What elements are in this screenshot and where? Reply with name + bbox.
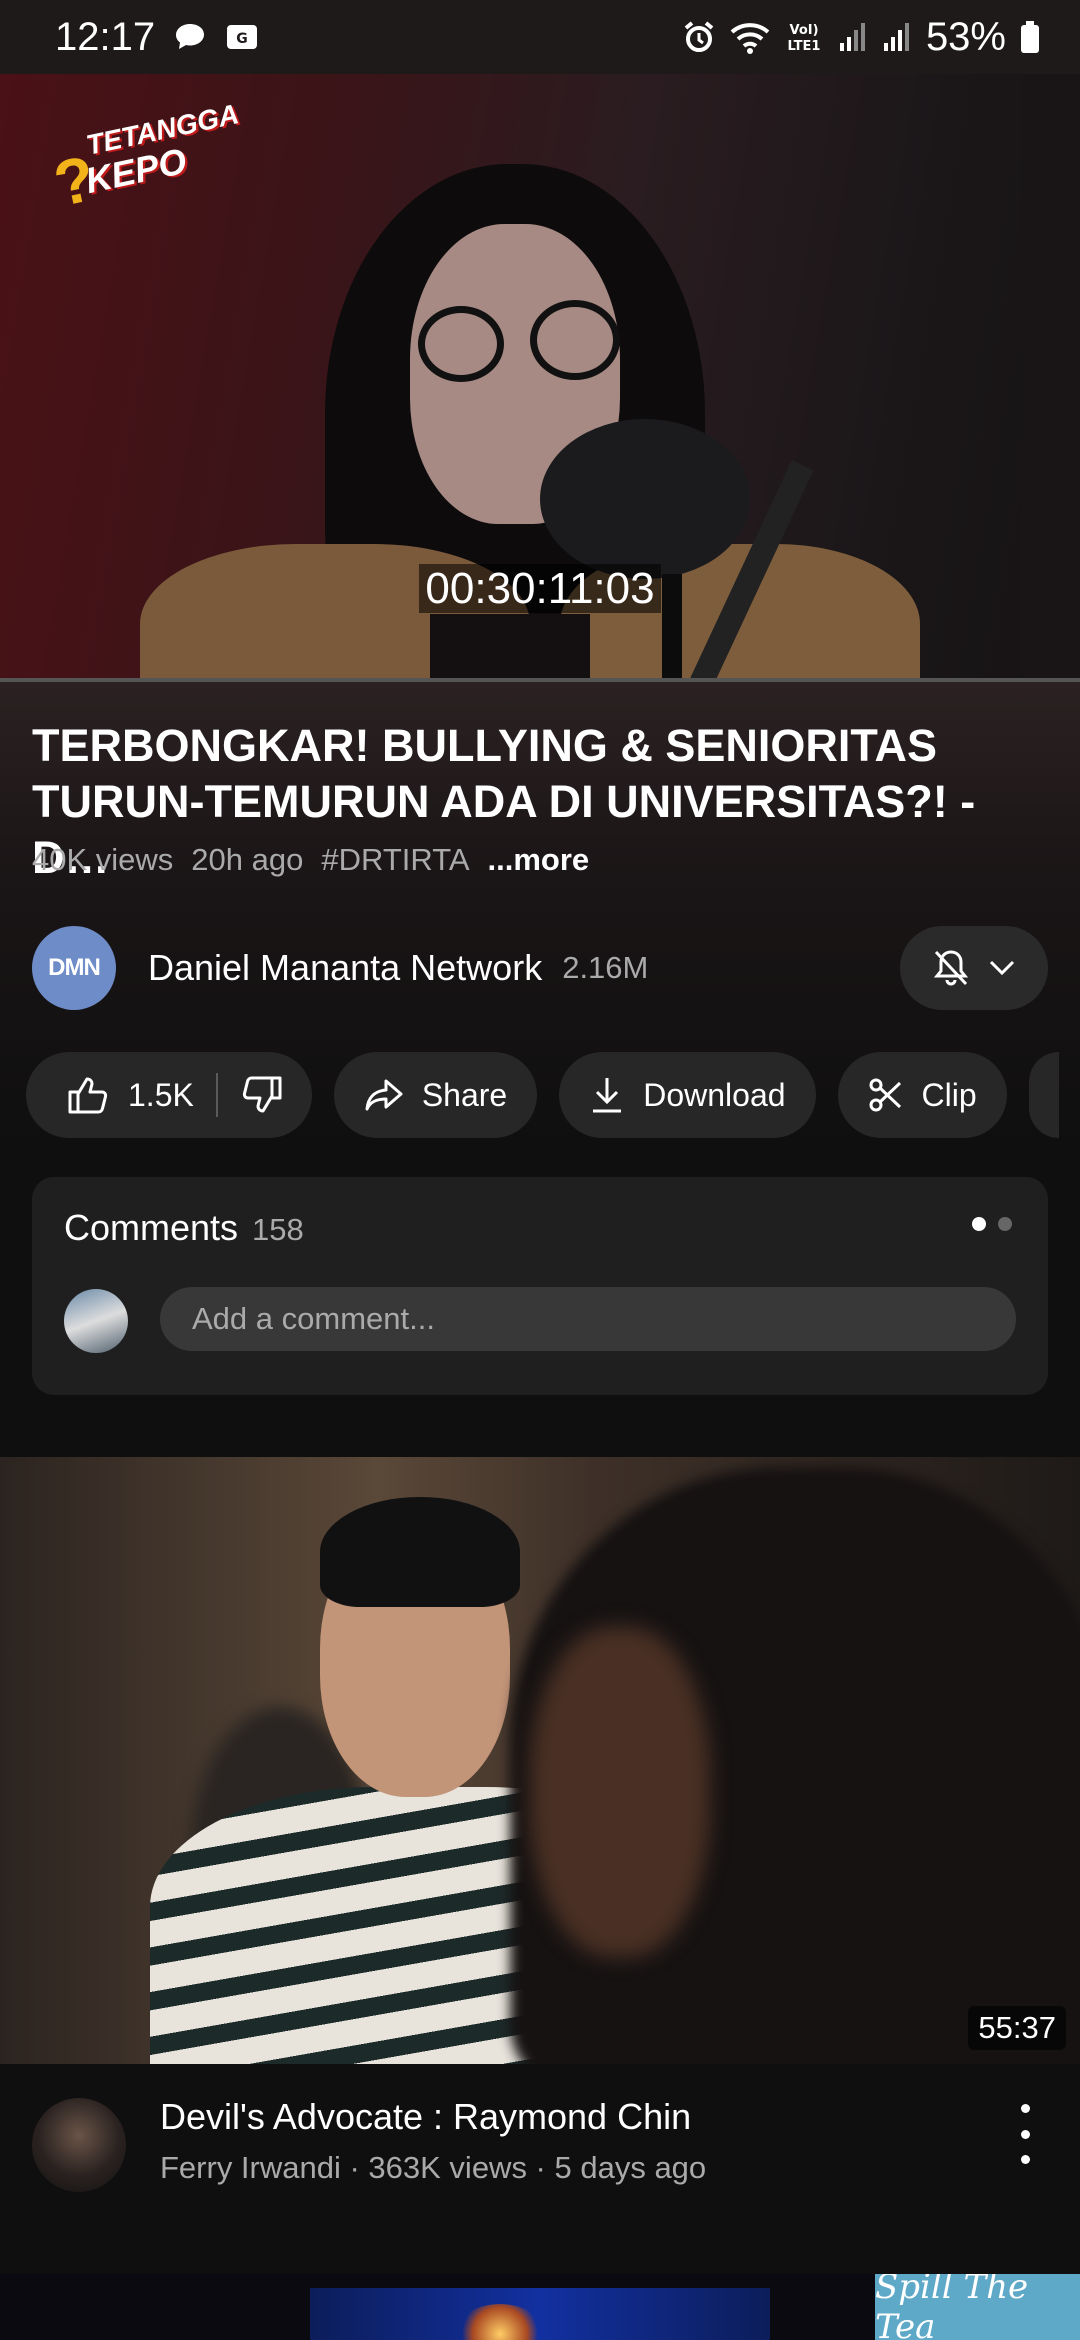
video-timecode-text: 00:30:11:03	[419, 564, 661, 613]
thumbnail-figure-hair	[320, 1497, 520, 1607]
subscriber-count: 2.16M	[562, 950, 649, 985]
video-frame-shirt	[430, 614, 590, 682]
comments-count: 158	[252, 1212, 304, 1247]
recommended-video-thumbnail[interactable]: 55:37	[0, 1457, 1080, 2064]
like-divider	[215, 1073, 218, 1117]
channel-row: DMN Daniel Mananta Network 2.16M	[32, 926, 1048, 1010]
clip-label: Clip	[921, 1076, 977, 1113]
thumbs-down-icon[interactable]	[240, 1074, 284, 1116]
comments-title: Comments	[64, 1207, 239, 1248]
carousel-dots	[972, 1217, 1012, 1231]
share-icon	[364, 1077, 404, 1113]
battery-icon	[1020, 20, 1040, 54]
carousel-dot	[998, 1217, 1012, 1231]
more-link[interactable]: ...more	[488, 842, 590, 878]
recommended-video-info[interactable]: Devil's Advocate : Raymond Chin Ferry Ir…	[0, 2064, 1080, 2274]
share-button[interactable]: Share	[333, 1052, 538, 1138]
clip-button[interactable]: Clip	[837, 1052, 1007, 1138]
more-actions-button[interactable]	[1028, 1052, 1059, 1138]
share-label: Share	[421, 1076, 508, 1113]
status-time: 12:17	[55, 14, 156, 59]
status-left: 12:17 G	[55, 15, 259, 60]
chat-bubble-icon	[173, 21, 207, 53]
channel-avatar[interactable]: DMN	[32, 926, 116, 1010]
view-count: 40K views	[32, 842, 174, 877]
video-player[interactable]: ? TETANGGA KEPO 00:30:11:03	[0, 74, 1080, 682]
download-label: Download	[643, 1076, 786, 1113]
thumbs-up-icon[interactable]	[66, 1074, 110, 1116]
video-meta[interactable]: 40K views 20h ago #DRTIRTA ...more	[32, 842, 589, 878]
more-dot	[1020, 2104, 1030, 2113]
video-timecode: 00:30:11:03	[0, 564, 1080, 614]
more-options-icon[interactable]	[1010, 2104, 1040, 2164]
recommended-video-meta: Ferry Irwandi · 363K views · 5 days ago	[160, 2150, 707, 2185]
bell-off-icon	[932, 948, 970, 988]
video-duration-badge: 55:37	[968, 2006, 1066, 2050]
svg-text:LTE1: LTE1	[787, 39, 820, 54]
svg-text:VoI): VoI)	[789, 23, 818, 38]
carousel-dot-active	[972, 1217, 986, 1231]
more-dot	[1020, 2129, 1030, 2139]
more-dot	[1020, 2155, 1030, 2164]
status-right: VoI) LTE1 53%	[682, 15, 1040, 60]
like-dislike-button[interactable]: 1.5K	[26, 1052, 312, 1138]
scissors-icon	[868, 1077, 904, 1113]
svg-text:G: G	[236, 31, 248, 47]
download-button[interactable]: Download	[559, 1052, 816, 1138]
hashtag[interactable]: #DRTIRTA	[321, 842, 469, 878]
comment-input[interactable]	[160, 1287, 1016, 1351]
status-bar: 12:17 G VoI) LTE1 53%	[0, 0, 1080, 74]
signal-icon	[882, 21, 912, 53]
notification-bell-button[interactable]	[900, 926, 1048, 1010]
comments-card[interactable]: Comments 158	[32, 1177, 1048, 1395]
show-logo: ? TETANGGA KEPO	[48, 98, 242, 220]
battery-percent: 53%	[925, 14, 1006, 59]
recommended-channel-avatar[interactable]	[32, 2098, 126, 2192]
video-frame-microphone	[540, 419, 750, 579]
next-video-thumbnail[interactable]: Spill The Tea	[0, 2274, 1080, 2340]
signal-icon	[838, 21, 868, 53]
user-avatar	[64, 1289, 128, 1353]
chevron-down-icon	[988, 959, 1016, 977]
alarm-icon	[682, 20, 716, 54]
upload-age: 20h ago	[191, 842, 304, 877]
video-info: TERBONGKAR! BULLYING & SENIORITAS TURUN-…	[0, 682, 1080, 1457]
channel-name[interactable]: Daniel Mananta Network	[148, 947, 542, 989]
wifi-icon	[730, 20, 770, 54]
volte-icon: VoI) LTE1	[784, 20, 824, 54]
video-frame-glasses	[530, 300, 620, 380]
video-frame-glasses	[418, 306, 504, 382]
recommended-video-title[interactable]: Devil's Advocate : Raymond Chin	[160, 2096, 691, 2138]
gallery-icon: G	[225, 22, 259, 52]
spill-the-tea-badge: Spill The Tea	[875, 2274, 1080, 2340]
thumbnail-foreground-face	[530, 1627, 710, 1957]
action-bar: 1.5K Share Download Clip	[26, 1052, 1059, 1138]
comments-header: Comments 158	[64, 1207, 304, 1249]
download-icon	[589, 1075, 625, 1115]
like-count: 1.5K	[128, 1076, 194, 1113]
